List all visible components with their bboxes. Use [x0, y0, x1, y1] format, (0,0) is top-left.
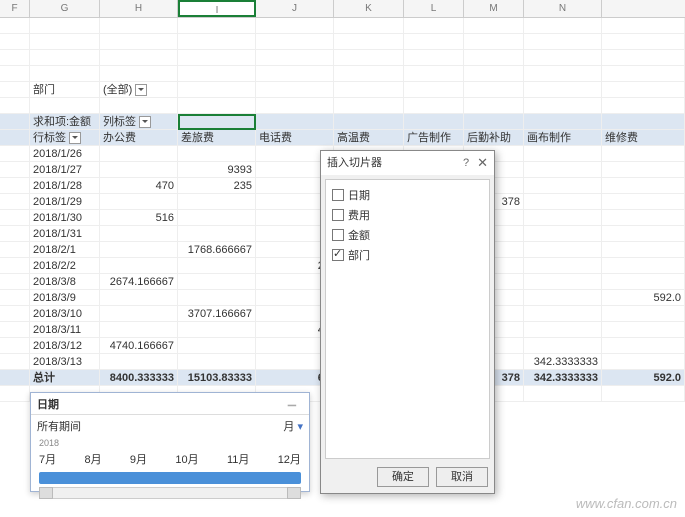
- filter-dept-label: 部门: [30, 82, 100, 98]
- dialog-titlebar[interactable]: 插入切片器 ✕ ?: [321, 151, 494, 175]
- row-label[interactable]: 行标签: [30, 130, 100, 146]
- date-cell: 2018/2/2: [30, 258, 100, 274]
- chevron-down-icon[interactable]: [139, 116, 151, 128]
- date-cell: 2018/3/9: [30, 290, 100, 306]
- active-cell[interactable]: [178, 114, 256, 130]
- timeline-slicer[interactable]: 日期 ⚊ 所有期间 月 ▾ 2018 7月8月9月10月11月12月: [30, 392, 310, 492]
- date-cell: 2018/1/30: [30, 210, 100, 226]
- slicer-option-date[interactable]: 日期: [332, 186, 483, 204]
- slicer-option-dept[interactable]: 部门: [332, 246, 483, 264]
- cancel-button[interactable]: 取消: [436, 467, 488, 487]
- pivot-header-1: 求和项:金额 列标签: [0, 114, 685, 130]
- timeline-period: 所有期间: [37, 421, 81, 433]
- col-labels[interactable]: 列标签: [100, 114, 178, 130]
- total-label: 总计: [30, 370, 100, 386]
- filter-dept-value[interactable]: (全部): [100, 82, 178, 98]
- date-cell: 2018/3/10: [30, 306, 100, 322]
- date-cell: 2018/3/12: [30, 338, 100, 354]
- close-icon[interactable]: ✕: [477, 151, 488, 175]
- filter-row: 部门 (全部): [0, 82, 685, 98]
- col-L[interactable]: L: [404, 0, 464, 17]
- date-cell: 2018/3/8: [30, 274, 100, 290]
- ok-button[interactable]: 确定: [377, 467, 429, 487]
- chevron-down-icon[interactable]: [69, 132, 81, 144]
- date-cell: 2018/3/13: [30, 354, 100, 370]
- date-cell: 2018/1/27: [30, 162, 100, 178]
- hdr-c5: 广告制作: [404, 130, 464, 146]
- col-J[interactable]: J: [256, 0, 334, 17]
- hdr-c8: 维修费: [602, 130, 685, 146]
- hdr-c7: 画布制作: [524, 130, 602, 146]
- timeline-year: 2018: [31, 437, 309, 449]
- dialog-title: 插入切片器: [327, 157, 382, 169]
- hdr-c1: 办公费: [100, 130, 178, 146]
- hdr-c3: 电话费: [256, 130, 334, 146]
- checkbox-icon[interactable]: [332, 189, 344, 201]
- date-cell: 2018/2/1: [30, 242, 100, 258]
- timeline-title: 日期: [37, 399, 59, 411]
- timeline-months: 7月8月9月10月11月12月: [31, 449, 309, 469]
- sum-field-label: 求和项:金额: [30, 114, 100, 130]
- checkbox-icon[interactable]: [332, 229, 344, 241]
- col-G[interactable]: G: [30, 0, 100, 17]
- date-cell: 2018/1/29: [30, 194, 100, 210]
- filter-icon[interactable]: ⚊: [287, 396, 303, 412]
- col-M[interactable]: M: [464, 0, 524, 17]
- col-N[interactable]: N: [524, 0, 602, 17]
- timeline-range-bar[interactable]: [39, 472, 301, 484]
- date-cell: 2018/3/11: [30, 322, 100, 338]
- col-H[interactable]: H: [100, 0, 178, 17]
- column-headers: F G H I J K L M N: [0, 0, 685, 18]
- hdr-c4: 高温费: [334, 130, 404, 146]
- hdr-c2: 差旅费: [178, 130, 256, 146]
- col-I[interactable]: I: [178, 0, 256, 17]
- hdr-c6: 后勤补助: [464, 130, 524, 146]
- help-icon[interactable]: ?: [463, 151, 469, 175]
- pivot-header-2: 行标签 办公费 差旅费 电话费 高温费 广告制作 后勤补助 画布制作 维修费: [0, 130, 685, 146]
- slicer-option-amount[interactable]: 金额: [332, 226, 483, 244]
- timeline-scrollbar[interactable]: [39, 487, 301, 499]
- chevron-down-icon[interactable]: [135, 84, 147, 96]
- col-F[interactable]: F: [0, 0, 30, 17]
- col-K[interactable]: K: [334, 0, 404, 17]
- insert-slicer-dialog: 插入切片器 ✕ ? 日期 费用 金额 部门 确定 取消: [320, 150, 495, 494]
- date-cell: 2018/1/26: [30, 146, 100, 162]
- timeline-unit[interactable]: 月 ▾: [283, 418, 303, 434]
- date-cell: 2018/1/28: [30, 178, 100, 194]
- dialog-body: 日期 费用 金额 部门: [325, 179, 490, 459]
- watermark: www.cfan.com.cn: [576, 496, 677, 511]
- date-cell: 2018/1/31: [30, 226, 100, 242]
- checkbox-checked-icon[interactable]: [332, 249, 344, 261]
- checkbox-icon[interactable]: [332, 209, 344, 221]
- slicer-option-expense[interactable]: 费用: [332, 206, 483, 224]
